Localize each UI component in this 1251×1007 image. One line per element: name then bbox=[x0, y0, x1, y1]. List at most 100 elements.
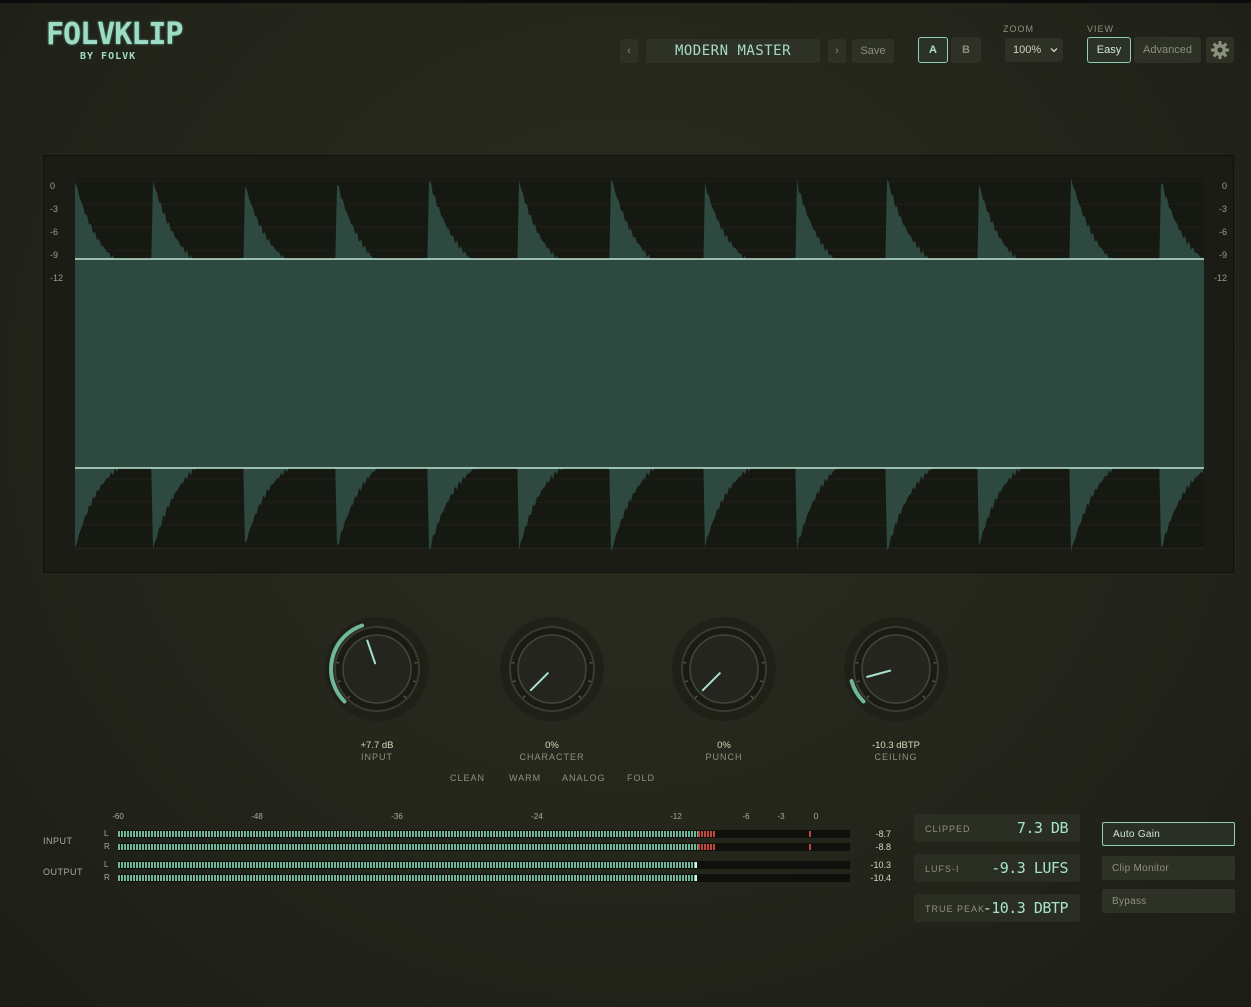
knob-character[interactable] bbox=[477, 604, 627, 734]
input-meter-l bbox=[118, 830, 850, 838]
meter-segment bbox=[352, 875, 354, 881]
meter-segment bbox=[190, 844, 192, 850]
meter-segment bbox=[430, 862, 432, 868]
meter-segment bbox=[208, 844, 210, 850]
zoom-select[interactable]: 100% bbox=[1005, 38, 1063, 62]
meter-segment bbox=[508, 862, 510, 868]
knob-cap bbox=[689, 634, 759, 704]
meter-segment bbox=[271, 875, 273, 881]
meter-segment bbox=[334, 831, 336, 837]
meter-segment bbox=[247, 862, 249, 868]
meter-segment bbox=[619, 844, 621, 850]
meter-segment bbox=[679, 862, 681, 868]
zoom-label: ZOOM bbox=[1003, 24, 1034, 34]
ab-button-b[interactable]: B bbox=[951, 37, 981, 63]
ab-button-a[interactable]: A bbox=[918, 37, 948, 63]
meter-segment bbox=[523, 862, 525, 868]
meter-segment bbox=[514, 875, 516, 881]
meter-segment bbox=[370, 875, 372, 881]
meter-segment bbox=[124, 831, 126, 837]
meter-segment bbox=[640, 862, 642, 868]
meter-segment bbox=[391, 831, 393, 837]
view-easy-button[interactable]: Easy bbox=[1087, 37, 1131, 63]
bypass-button[interactable]: Bypass bbox=[1102, 889, 1235, 913]
meter-segment bbox=[301, 862, 303, 868]
gear-icon bbox=[1211, 41, 1229, 59]
meter-segment bbox=[682, 844, 684, 850]
meter-segment bbox=[181, 875, 183, 881]
meter-segment bbox=[139, 831, 141, 837]
meter-segment bbox=[373, 831, 375, 837]
meter-segment bbox=[130, 844, 132, 850]
meter-segment bbox=[442, 844, 444, 850]
settings-button[interactable] bbox=[1206, 37, 1234, 63]
save-button[interactable]: Save bbox=[852, 39, 894, 63]
meter-segment bbox=[127, 875, 129, 881]
knob-input[interactable] bbox=[302, 604, 452, 734]
meter-segment bbox=[616, 875, 618, 881]
meter-segment bbox=[478, 831, 480, 837]
meter-segment bbox=[490, 862, 492, 868]
meter-segment bbox=[136, 844, 138, 850]
knob-cap bbox=[342, 634, 412, 704]
clipped-label: CLIPPED bbox=[925, 824, 971, 834]
meter-segment bbox=[682, 862, 684, 868]
meter-segment bbox=[364, 844, 366, 850]
knob-ceiling[interactable] bbox=[821, 604, 971, 734]
character-mode-analog[interactable]: ANALOG bbox=[562, 773, 606, 783]
meter-segment bbox=[214, 875, 216, 881]
meter-segment bbox=[691, 831, 693, 837]
meter-segment bbox=[643, 875, 645, 881]
meter-segment bbox=[331, 875, 333, 881]
meter-segment bbox=[463, 875, 465, 881]
meter-segment bbox=[397, 862, 399, 868]
auto-gain-button[interactable]: Auto Gain bbox=[1102, 822, 1235, 846]
meter-segment bbox=[379, 844, 381, 850]
meter-segment bbox=[547, 844, 549, 850]
meter-segment bbox=[607, 862, 609, 868]
meter-segment bbox=[445, 844, 447, 850]
view-advanced-button[interactable]: Advanced bbox=[1134, 37, 1201, 63]
meter-segment bbox=[439, 875, 441, 881]
meter-segment bbox=[469, 862, 471, 868]
preset-name-display[interactable]: MODERN MASTER bbox=[646, 39, 820, 63]
meter-segment bbox=[550, 844, 552, 850]
character-mode-warm[interactable]: WARM bbox=[509, 773, 541, 783]
knob-ceiling-value: -10.3 dBTP bbox=[871, 740, 921, 751]
meter-segment bbox=[577, 844, 579, 850]
meter-segment bbox=[361, 831, 363, 837]
meter-segment bbox=[238, 862, 240, 868]
meter-over-segment bbox=[704, 831, 706, 837]
meter-segment bbox=[214, 831, 216, 837]
meter-segment bbox=[385, 875, 387, 881]
meter-segment bbox=[211, 875, 213, 881]
meter-segment bbox=[118, 862, 120, 868]
meter-segment bbox=[148, 862, 150, 868]
meter-segment bbox=[472, 831, 474, 837]
preset-next-button[interactable]: › bbox=[828, 39, 846, 63]
meter-segment bbox=[451, 862, 453, 868]
meter-segment bbox=[286, 862, 288, 868]
clip-monitor-button[interactable]: Clip Monitor bbox=[1102, 856, 1235, 880]
waveform-scope[interactable]: 0 -3 -6 -9 -12 0 -3 -6 -9 -12 bbox=[43, 155, 1234, 573]
meter-segment bbox=[613, 862, 615, 868]
meter-segment bbox=[601, 831, 603, 837]
meter-segment bbox=[379, 831, 381, 837]
meter-segment bbox=[646, 844, 648, 850]
meter-segment bbox=[337, 844, 339, 850]
knob-punch[interactable] bbox=[649, 604, 799, 734]
character-mode-clean[interactable]: CLEAN bbox=[450, 773, 485, 783]
meter-segment bbox=[202, 844, 204, 850]
meter-segment bbox=[328, 875, 330, 881]
meter-segment bbox=[175, 844, 177, 850]
meter-segment bbox=[358, 875, 360, 881]
meter-segment bbox=[127, 831, 129, 837]
meter-segment bbox=[517, 875, 519, 881]
meter-segment bbox=[685, 875, 687, 881]
preset-prev-button[interactable]: ‹ bbox=[620, 39, 638, 63]
meter-segment bbox=[337, 875, 339, 881]
meter-segment bbox=[274, 862, 276, 868]
meter-segment bbox=[370, 844, 372, 850]
meter-segment bbox=[574, 831, 576, 837]
character-mode-fold[interactable]: FOLD bbox=[627, 773, 655, 783]
